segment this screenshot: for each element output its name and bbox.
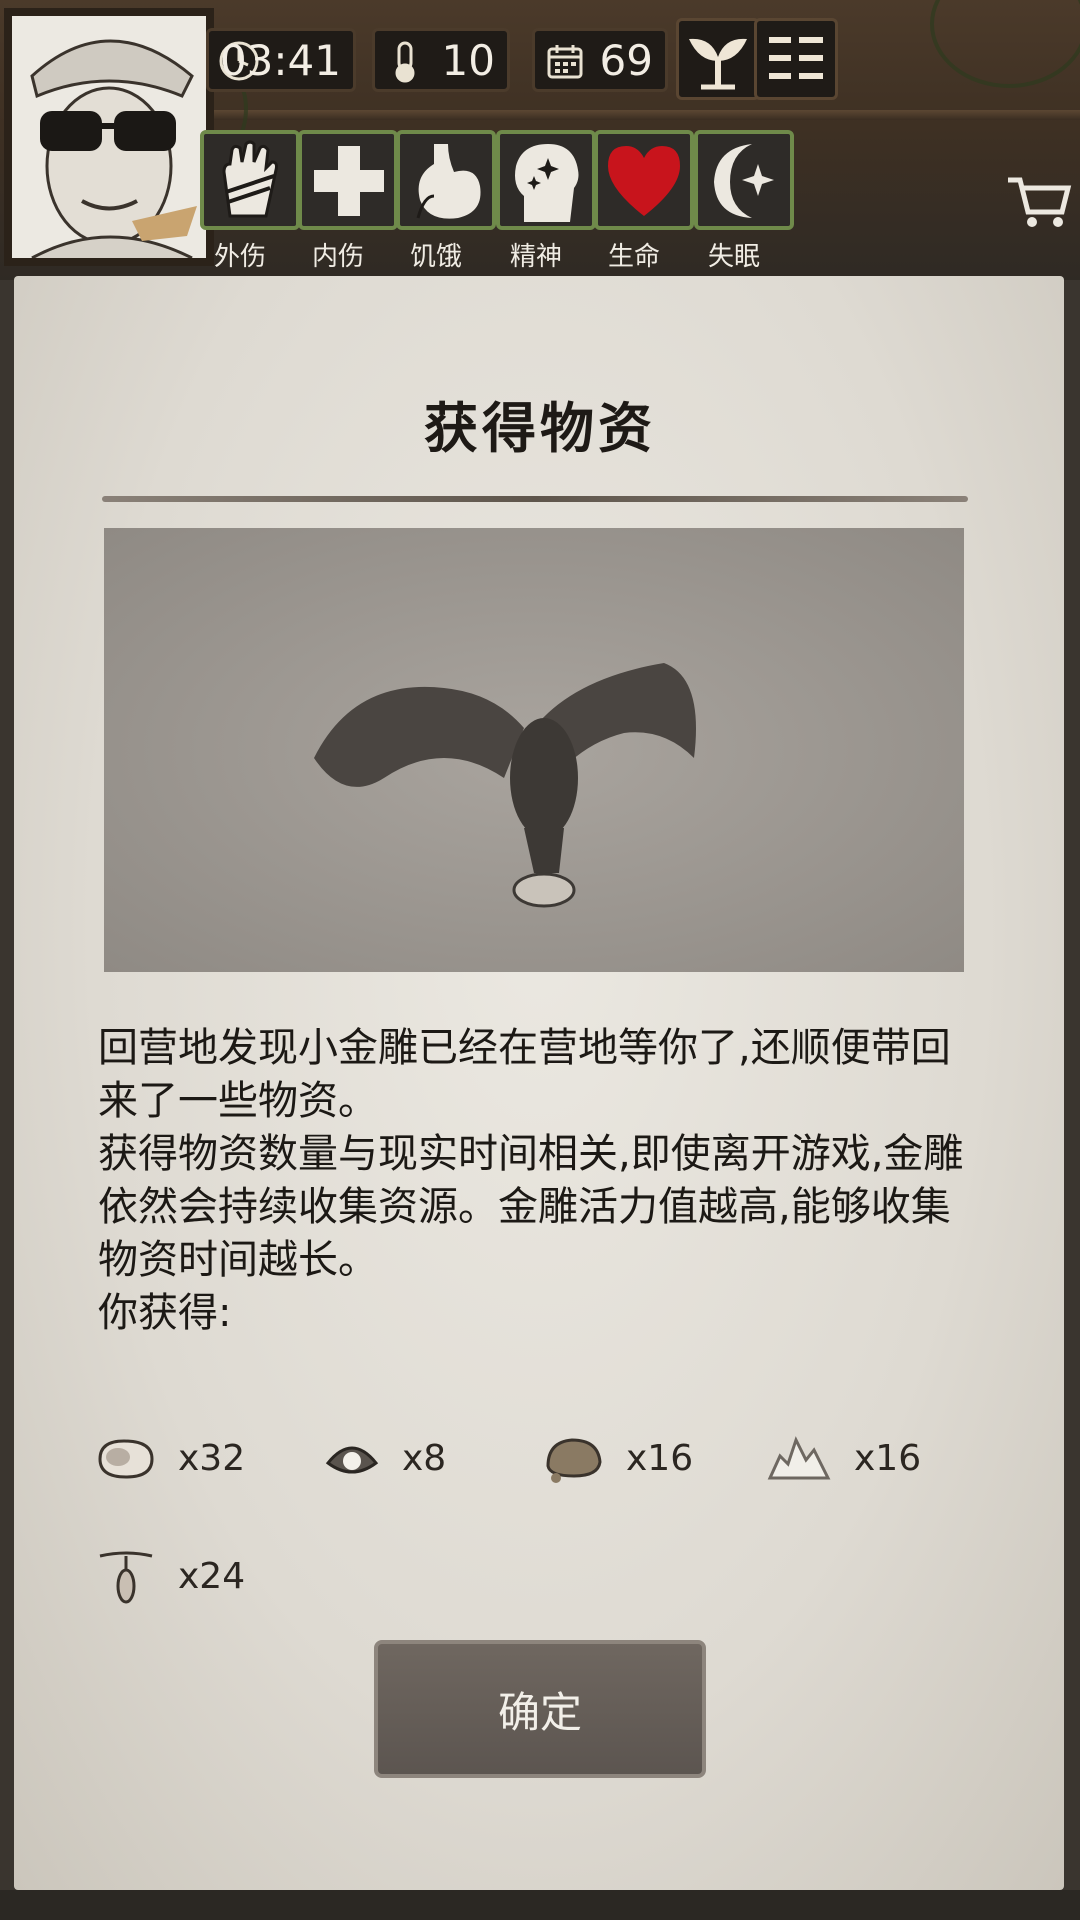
stat-label: 失眠 [707,242,760,272]
stat-label: 内伤 [311,242,364,272]
dialog-description: 回营地发现小金雕已经在营地等你了,还顺便带回来了一些物资。 获得物资数量与现实时… [98,1022,988,1340]
stat-label: 生命 [607,242,660,272]
day-counter: 69 [532,28,668,92]
shopping-cart-icon [1008,177,1072,227]
external-injury-stat[interactable] [200,130,300,230]
item-count: x8 [402,1437,447,1479]
description-paragraph: 回营地发现小金雕已经在营地等你了,还顺便带回来了一些物资。 [98,1025,951,1124]
eagle-image [314,663,696,908]
title-divider [102,496,968,502]
reward-item-root: x24 [96,1546,245,1606]
stat-label: 饥饿 [409,242,462,272]
character-portrait[interactable] [4,8,214,266]
heart-icon [608,146,680,216]
health-stat[interactable] [594,130,694,230]
item-count: x32 [178,1437,246,1479]
thermometer-icon [395,41,415,83]
dialog-title: 获得物资 [424,397,656,460]
crystal-icon [767,1436,831,1480]
pearl-shell-icon [325,1446,379,1474]
reward-item-meat: x32 [96,1428,245,1488]
stomach-icon [416,144,481,219]
menu-icon [769,37,823,79]
vine-decoration [930,0,1080,88]
reward-item-crystal: x16 [766,1428,921,1488]
shop-button[interactable] [1004,166,1074,236]
insomnia-stat[interactable] [694,130,794,230]
meat-icon [98,1439,154,1479]
clock-display: 03:41 [206,28,356,92]
hunger-stat[interactable] [396,130,496,230]
day-value: 69 [599,36,653,85]
time-value: 03:41 [219,36,341,85]
internal-injury-stat[interactable] [298,130,398,230]
cross-icon [314,146,384,216]
stat-label: 外伤 [213,242,266,272]
head-sparkle-icon [515,144,579,222]
you-obtained-label: 你获得: [98,1290,232,1336]
root-icon [99,1551,153,1604]
calendar-icon [547,45,583,79]
item-count: x16 [626,1437,694,1479]
item-count: x24 [178,1555,246,1597]
confirm-button[interactable]: 确定 [374,1640,706,1778]
reward-item-stone: x16 [542,1428,693,1488]
spirit-stat[interactable] [496,130,596,230]
stone-icon [546,1438,602,1483]
temperature-display: 10 [372,28,510,92]
eagle-illustration [104,528,964,972]
stat-label: 精神 [509,242,562,272]
hand-bandage-icon [222,140,278,218]
bottom-strip [0,1890,1080,1920]
item-count: x16 [854,1437,922,1479]
menu-button[interactable] [754,18,838,100]
wood-beam [200,110,1080,120]
temperature-value: 10 [441,36,495,85]
description-paragraph: 获得物资数量与现实时间相关,即使离开游戏,金雕依然会持续收集资源。金雕活力值越高… [98,1131,964,1283]
sprout-button[interactable] [676,18,760,100]
reward-item-pearl: x8 [324,1428,446,1488]
sprout-icon [689,38,747,90]
moon-star-icon [714,144,774,218]
